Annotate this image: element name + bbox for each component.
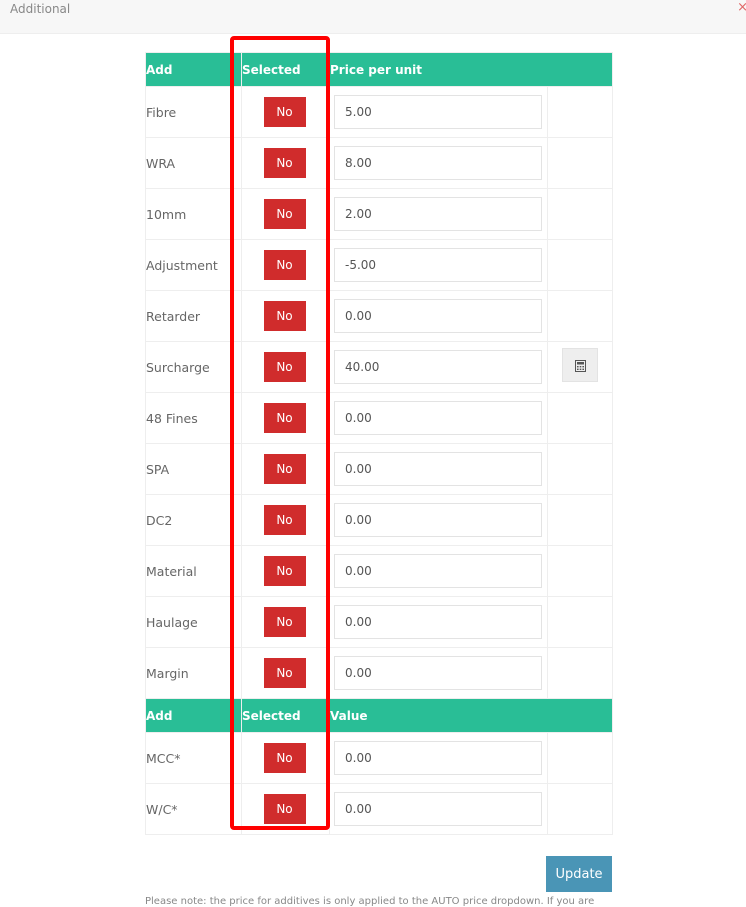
price-input[interactable] [334,299,542,333]
selected-toggle-button[interactable]: No [263,505,306,535]
header-add: Add [145,52,242,87]
header-price-per-unit: Price per unit [328,52,614,87]
header-selected: Selected [241,698,330,733]
row-label: MCC* [145,732,242,784]
header-value: Value [328,698,614,733]
price-input[interactable] [334,401,542,435]
table-row: Haulage No [145,596,614,648]
dialog-titlebar: Additional × [0,0,746,34]
close-icon[interactable]: × [737,0,746,15]
selected-toggle-button[interactable]: No [263,352,306,382]
additives-table: Add Selected Price per unit Fibre No WRA… [145,52,614,835]
row-label: 48 Fines [145,392,242,444]
table-row: Fibre No [145,86,614,138]
selected-toggle-button[interactable]: No [263,403,306,433]
value-input[interactable] [334,792,542,826]
table-row: MCC* No [145,732,614,784]
row-label: DC2 [145,494,242,546]
selected-toggle-button[interactable]: No [263,301,306,331]
header-selected: Selected [241,52,330,87]
selected-toggle-button[interactable]: No [263,743,306,773]
row-label: Surcharge [145,341,242,393]
selected-toggle-button[interactable]: No [263,658,306,688]
price-input[interactable] [334,605,542,639]
row-label: Retarder [145,290,242,342]
selected-toggle-button[interactable]: No [263,794,306,824]
value-input[interactable] [334,741,542,775]
dialog-title: Additional [10,2,71,16]
price-input[interactable] [334,554,542,588]
price-input[interactable] [334,350,542,384]
price-input[interactable] [334,452,542,486]
table-row: Margin No [145,647,614,699]
table-row: W/C* No [145,783,614,835]
row-label: Fibre [145,86,242,138]
table-row: DC2 No [145,494,614,546]
price-input[interactable] [334,503,542,537]
selected-toggle-button[interactable]: No [263,556,306,586]
selected-toggle-button[interactable]: No [263,607,306,637]
selected-toggle-button[interactable]: No [263,454,306,484]
row-label: Material [145,545,242,597]
table-row: Retarder No [145,290,614,342]
row-label: Adjustment [145,239,242,291]
header-add: Add [145,698,242,733]
price-input[interactable] [334,146,542,180]
table-row: SPA No [145,443,614,495]
selected-toggle-button[interactable]: No [263,250,306,280]
table-row: 10mm No [145,188,614,240]
row-label: Haulage [145,596,242,648]
table-row: Surcharge No [145,341,614,393]
selected-toggle-button[interactable]: No [263,199,306,229]
calculator-icon [575,360,586,372]
update-button[interactable]: Update [546,856,612,892]
table-header-row: Add Selected Value [145,698,614,733]
table-row: Adjustment No [145,239,614,291]
table-row: Material No [145,545,614,597]
row-label: SPA [145,443,242,495]
table-header-row: Add Selected Price per unit [145,52,614,87]
price-input[interactable] [334,95,542,129]
additives-note: Please note: the price for additives is … [145,896,595,907]
row-label: Margin [145,647,242,699]
selected-toggle-button[interactable]: No [263,148,306,178]
table-row: 48 Fines No [145,392,614,444]
calculator-button[interactable] [562,348,598,382]
selected-toggle-button[interactable]: No [263,97,306,127]
row-label: W/C* [145,783,242,835]
row-label: WRA [145,137,242,189]
price-input[interactable] [334,197,542,231]
table-row: WRA No [145,137,614,189]
price-input[interactable] [334,656,542,690]
row-label: 10mm [145,188,242,240]
price-input[interactable] [334,248,542,282]
